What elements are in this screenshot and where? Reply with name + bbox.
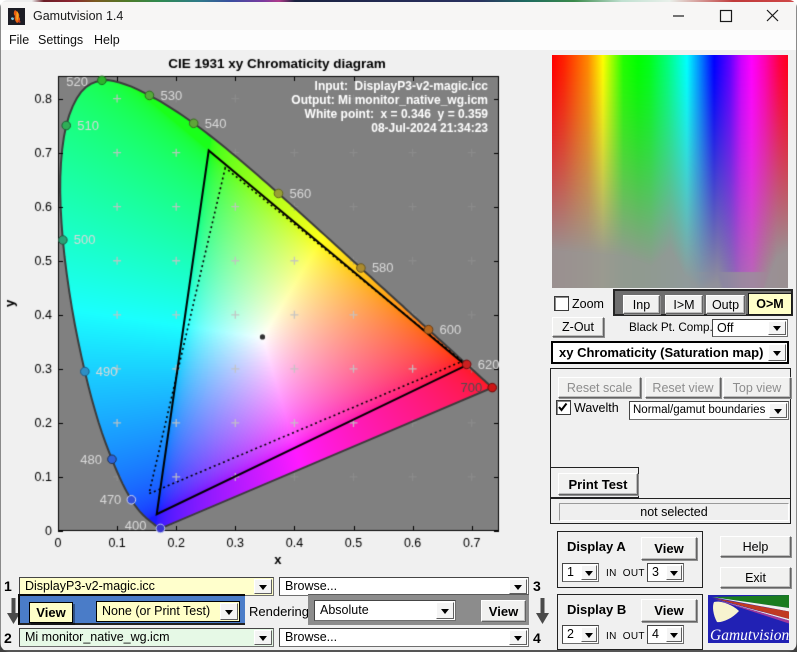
svg-text:Gamutvision: Gamutvision (710, 627, 789, 643)
